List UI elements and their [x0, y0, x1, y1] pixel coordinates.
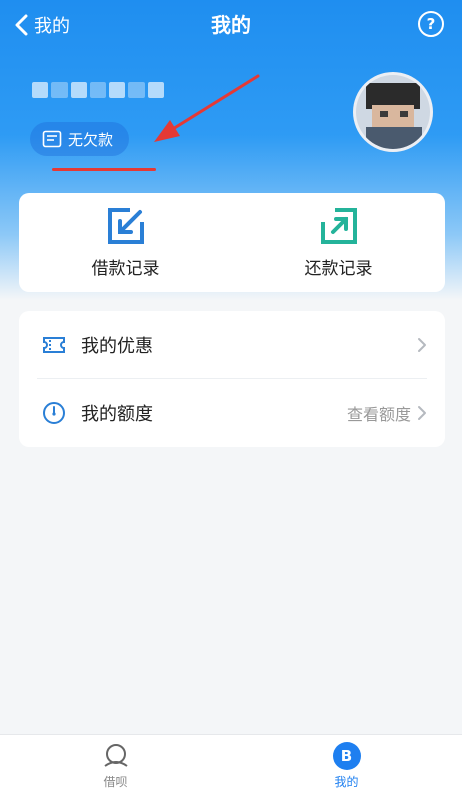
- chevron-right-icon: [418, 406, 426, 420]
- repay-record-label: 还款记录: [304, 259, 373, 279]
- debt-status-badge[interactable]: 无欠款: [30, 122, 130, 156]
- gauge-icon: [43, 402, 65, 424]
- borrow-record-button[interactable]: 借款记录: [19, 193, 232, 292]
- chevron-right-icon: [418, 338, 426, 352]
- debt-status-text: 无欠款: [68, 130, 114, 149]
- menu-item-credit-limit[interactable]: 我的额度 查看额度: [19, 379, 445, 447]
- borrow-record-label: 借款记录: [91, 259, 160, 279]
- tab-label: 我的: [334, 774, 359, 789]
- menu-item-label: 我的优惠: [81, 336, 153, 357]
- menu-item-coupons[interactable]: 我的优惠: [19, 311, 445, 379]
- help-icon[interactable]: ?: [418, 11, 444, 37]
- tab-mine[interactable]: B 我的: [231, 735, 462, 796]
- page-title: 我的: [211, 13, 251, 37]
- menu-item-extra: 查看额度: [346, 405, 411, 424]
- ticket-icon: [43, 337, 65, 353]
- tab-jiebei[interactable]: 借呗: [0, 735, 231, 796]
- borrow-record-icon: [107, 208, 144, 244]
- jiebei-icon: [103, 743, 128, 767]
- document-icon: [42, 130, 62, 148]
- repay-record-button[interactable]: 还款记录: [232, 193, 445, 292]
- repay-record-icon: [320, 208, 357, 244]
- annotation-arrow: [154, 74, 260, 142]
- menu-item-label: 我的额度: [81, 404, 153, 425]
- bottom-tab-bar: 借呗 B 我的: [0, 734, 462, 796]
- records-card: 借款记录 还款记录: [19, 193, 445, 292]
- avatar[interactable]: [353, 72, 433, 152]
- profile-icon: B: [332, 741, 361, 770]
- navigation-bar: 我的 我的 ?: [0, 0, 462, 50]
- tab-label: 借呗: [103, 774, 128, 789]
- annotation-underline: [52, 168, 156, 171]
- menu-card: 我的优惠 我的额度 查看额度: [19, 311, 445, 447]
